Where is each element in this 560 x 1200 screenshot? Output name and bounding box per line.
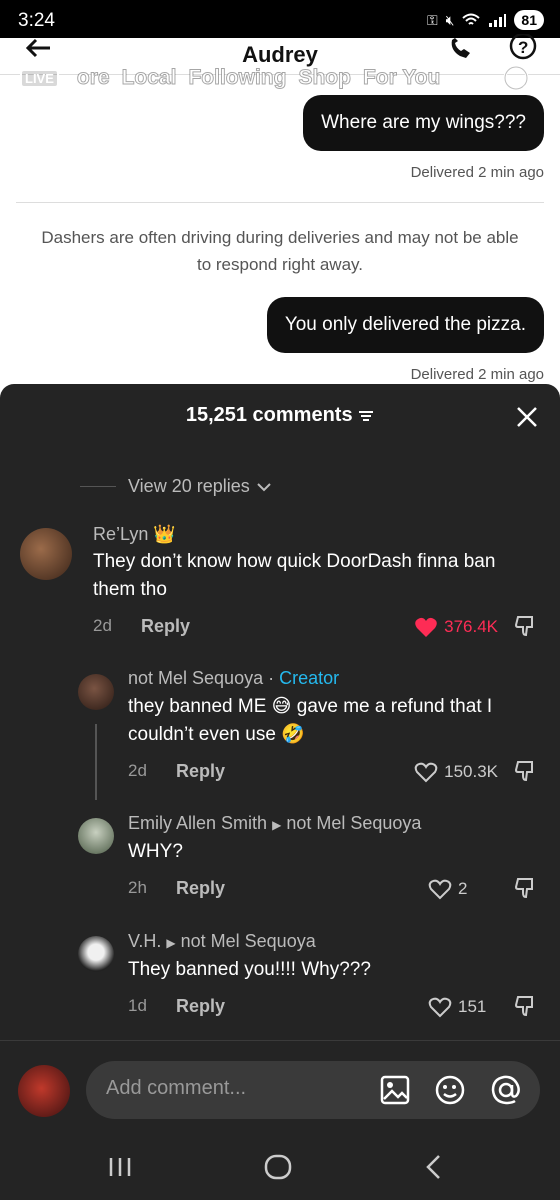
comment-text-line: They don’t know how quick DoorDash finna… xyxy=(93,551,496,572)
like-button[interactable]: 150.3K xyxy=(414,761,498,783)
home-icon[interactable] xyxy=(264,1154,292,1180)
avatar[interactable] xyxy=(78,818,114,854)
like-count: 150.3K xyxy=(444,762,498,781)
comments-count: 15,251 comments xyxy=(185,404,353,426)
crown-emoji-icon: 👑 xyxy=(153,524,176,544)
reply-button[interactable]: Reply xyxy=(141,616,190,637)
dasher-notice-line1: Dashers are often driving during deliver… xyxy=(41,228,519,247)
comment-age: 2d xyxy=(93,616,112,635)
reply-to-name: not Mel Sequoya xyxy=(286,813,422,833)
avatar[interactable] xyxy=(78,674,114,710)
comment-age: 1d xyxy=(128,996,147,1015)
reply-to-name: not Mel Sequoya xyxy=(180,931,316,951)
my-avatar[interactable] xyxy=(18,1065,70,1117)
emoji-sticker-icon[interactable] xyxy=(434,1074,466,1106)
rofl-emoji-icon: 🤣 xyxy=(281,724,305,745)
heart-outline-icon xyxy=(428,997,452,1018)
dasher-notice-line2: to respond right away. xyxy=(197,255,363,274)
delivery-status: Delivered 2 min ago xyxy=(410,366,544,383)
comment-age: 2d xyxy=(128,761,147,780)
status-bar: 3:24 ⚿ 🔇︎ 81 xyxy=(0,0,560,38)
battery-indicator: 81 xyxy=(514,10,544,30)
comments-count-title: 15,251 comments xyxy=(0,404,560,427)
view-replies-label: View 20 replies xyxy=(128,476,250,496)
divider xyxy=(80,486,116,487)
like-count: 376.4K xyxy=(444,617,498,636)
heart-outline-icon xyxy=(428,879,452,900)
sweat-smile-emoji-icon: 😅 xyxy=(271,696,292,717)
back-icon[interactable] xyxy=(424,1154,442,1180)
mute-icon: 🔇︎ xyxy=(445,11,455,28)
svg-text:?: ? xyxy=(518,38,528,57)
separator: · xyxy=(268,668,275,688)
image-icon[interactable] xyxy=(380,1075,410,1105)
comment-input-placeholder: Add comment... xyxy=(106,1077,247,1099)
dislike-icon[interactable] xyxy=(514,876,540,900)
like-count: 151 xyxy=(458,997,487,1016)
reply-arrow-icon: ▶ xyxy=(166,936,176,950)
filter-icon[interactable] xyxy=(358,409,374,423)
comment-age: 2h xyxy=(128,878,147,897)
like-button[interactable]: 376.4K xyxy=(414,616,498,638)
commenter-name[interactable]: Emily Allen Smith ▶ not Mel Sequoya xyxy=(128,813,421,834)
comment-text-line: WHY? xyxy=(128,841,183,862)
comment-text-line: They banned you!!!! Why??? xyxy=(128,959,371,980)
recent-apps-icon[interactable] xyxy=(108,1156,132,1178)
close-icon[interactable] xyxy=(516,406,538,428)
heart-filled-icon xyxy=(415,617,437,637)
commenter-name[interactable]: Re’Lyn 👑 xyxy=(93,524,176,545)
comment-text-line: couldn’t even use 🤣 xyxy=(128,724,305,745)
live-button[interactable]: LIVE xyxy=(20,68,59,88)
reply-button[interactable]: Reply xyxy=(176,996,225,1017)
creator-badge: Creator xyxy=(279,668,340,688)
delivery-status: Delivered 2 min ago xyxy=(410,164,544,181)
tab-following[interactable]: Following xyxy=(188,66,287,90)
thread-line xyxy=(95,724,97,800)
help-icon[interactable]: ? xyxy=(508,34,538,60)
dislike-icon[interactable] xyxy=(514,759,540,783)
chat-title: Audrey xyxy=(242,42,318,67)
dislike-icon[interactable] xyxy=(514,614,540,638)
avatar[interactable] xyxy=(20,528,72,580)
wifi-icon xyxy=(462,13,481,25)
tab-local[interactable]: Local xyxy=(121,66,177,90)
view-replies-button[interactable]: View 20 replies xyxy=(80,476,272,497)
commenter-name[interactable]: not Mel Sequoya · Creator xyxy=(128,668,339,689)
dislike-icon[interactable] xyxy=(514,994,540,1018)
reply-button[interactable]: Reply xyxy=(176,878,225,899)
tab-for-you[interactable]: For You xyxy=(362,66,440,90)
reply-button[interactable]: Reply xyxy=(176,761,225,782)
like-button[interactable]: 2 xyxy=(428,878,467,900)
comment-input-bar: Add comment... xyxy=(0,1040,560,1131)
comment-text-line: they banned ME 😅 gave me a refund that I xyxy=(128,696,493,717)
divider xyxy=(16,202,544,203)
system-nav-bar xyxy=(0,1130,560,1200)
tab-explore[interactable]: ore xyxy=(76,66,110,90)
search-icon[interactable] xyxy=(502,64,536,98)
tab-shop[interactable]: Shop xyxy=(298,66,351,90)
message-bubble: You only delivered the pizza. xyxy=(266,297,544,353)
phone-icon[interactable] xyxy=(448,38,474,60)
avatar[interactable] xyxy=(78,936,114,972)
like-count: 2 xyxy=(458,879,468,898)
reply-arrow-icon: ▶ xyxy=(272,818,282,832)
commenter-name[interactable]: V.H. ▶ not Mel Sequoya xyxy=(128,931,316,952)
message-bubble: Where are my wings??? xyxy=(303,95,544,151)
key-icon: ⚿ xyxy=(426,11,438,28)
heart-outline-icon xyxy=(414,762,438,783)
comment-text-line: them tho xyxy=(93,579,167,600)
mention-icon[interactable] xyxy=(490,1074,522,1106)
signal-icon xyxy=(489,14,507,27)
feed-tabs: LIVE ore Local Following Shop For You xyxy=(20,66,441,90)
status-icons: ⚿ 🔇︎ 81 xyxy=(427,10,544,30)
like-button[interactable]: 151 xyxy=(428,996,486,1018)
chevron-down-icon xyxy=(257,482,271,491)
back-arrow-icon[interactable] xyxy=(24,38,52,58)
comment-input[interactable]: Add comment... xyxy=(86,1061,540,1119)
clock: 3:24 xyxy=(18,10,55,31)
